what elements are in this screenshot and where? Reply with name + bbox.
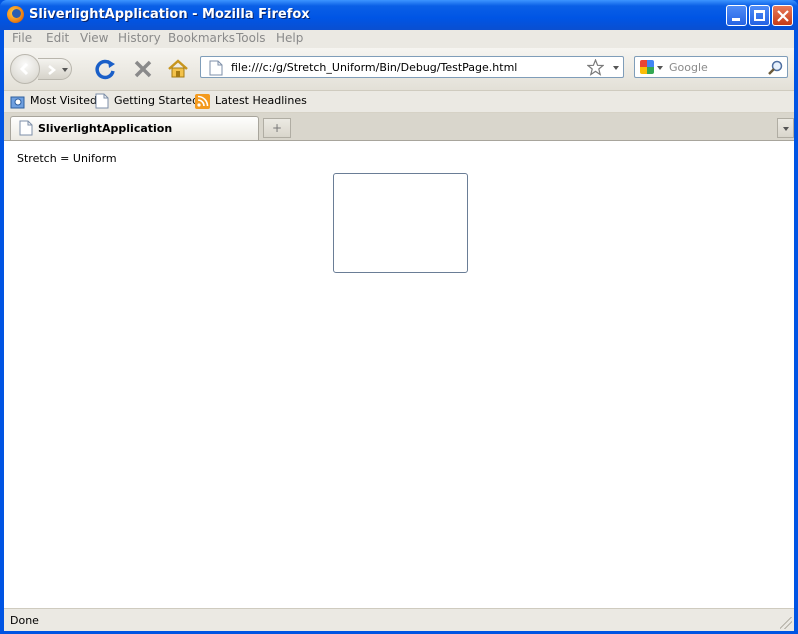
home-button[interactable]	[166, 57, 190, 81]
all-tabs-button[interactable]	[777, 118, 794, 138]
menu-bar: File Edit View History Bookmarks Tools H…	[4, 30, 794, 48]
tab-sliverlight-application[interactable]: SliverlightApplication	[10, 116, 259, 140]
minimize-button[interactable]	[726, 5, 747, 26]
new-tab-button[interactable]: +	[263, 118, 291, 138]
forward-arrow-icon	[48, 65, 57, 75]
menu-tools[interactable]: Tools	[236, 31, 266, 45]
back-forward-group	[10, 54, 86, 84]
resize-grip-icon[interactable]	[780, 617, 792, 629]
menu-view[interactable]: View	[80, 31, 108, 45]
reload-button[interactable]	[94, 57, 118, 81]
url-bar[interactable]: file:///c:/g/Stretch_Uniform/Bin/Debug/T…	[200, 56, 624, 78]
maximize-button[interactable]	[749, 5, 770, 26]
close-button[interactable]	[772, 5, 793, 26]
magnifier-folder-icon	[10, 96, 25, 109]
menu-file[interactable]: File	[12, 31, 32, 45]
bookmark-star-icon	[587, 59, 604, 76]
bookmark-latest-headlines[interactable]: Latest Headlines	[215, 94, 307, 107]
url-history-dropdown-icon[interactable]	[613, 66, 619, 70]
client-area: File Edit View History Bookmarks Tools H…	[4, 30, 794, 631]
bookmark-getting-started[interactable]: Getting Started	[114, 94, 199, 107]
page-icon	[209, 60, 223, 76]
stretch-label: Stretch = Uniform	[17, 152, 117, 165]
status-bar: Done	[4, 608, 794, 631]
silverlight-rectangle	[333, 173, 468, 273]
tab-label: SliverlightApplication	[38, 122, 173, 135]
bookmarks-toolbar: Most Visited Getting Started Latest Head…	[4, 91, 794, 113]
chevron-down-icon	[783, 127, 789, 131]
page-icon	[19, 120, 33, 136]
browser-window: SliverlightApplication - Mozilla Firefox…	[0, 0, 798, 634]
bookmark-most-visited[interactable]: Most Visited	[30, 94, 97, 107]
page-content: Stretch = Uniform	[4, 141, 794, 608]
close-icon	[777, 10, 789, 22]
history-dropdown-icon[interactable]	[62, 68, 68, 72]
back-arrow-icon	[19, 62, 29, 76]
back-button[interactable]	[10, 54, 40, 84]
reload-icon	[95, 59, 115, 80]
navigation-toolbar: file:///c:/g/Stretch_Uniform/Bin/Debug/T…	[4, 48, 794, 91]
menu-history[interactable]: History	[118, 31, 161, 45]
stop-button[interactable]	[131, 57, 155, 81]
title-bar[interactable]: SliverlightApplication - Mozilla Firefox	[0, 0, 798, 30]
url-text[interactable]: file:///c:/g/Stretch_Uniform/Bin/Debug/T…	[231, 61, 517, 74]
search-bar[interactable]: Google	[634, 56, 788, 78]
menu-help[interactable]: Help	[276, 31, 303, 45]
firefox-logo-icon	[7, 6, 24, 23]
menu-edit[interactable]: Edit	[46, 31, 69, 45]
stop-icon	[134, 60, 152, 78]
google-engine-icon[interactable]	[640, 60, 654, 74]
home-icon	[168, 59, 188, 78]
forward-button[interactable]	[38, 58, 72, 80]
page-icon	[95, 93, 109, 109]
search-engine-dropdown-icon[interactable]	[657, 66, 663, 70]
menu-bookmarks[interactable]: Bookmarks	[168, 31, 235, 45]
tab-strip: SliverlightApplication +	[4, 113, 794, 141]
search-icon	[768, 60, 783, 75]
window-title: SliverlightApplication - Mozilla Firefox	[29, 7, 310, 22]
rss-feed-icon	[195, 94, 210, 109]
search-placeholder[interactable]: Google	[669, 61, 708, 74]
status-text: Done	[10, 614, 39, 627]
